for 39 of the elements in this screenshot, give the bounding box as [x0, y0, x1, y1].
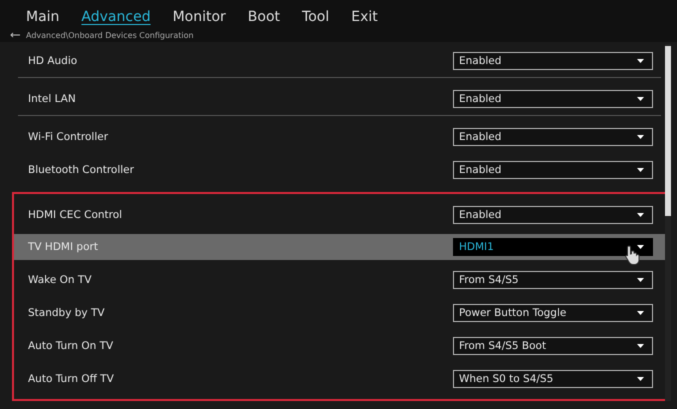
caret-icon [637, 134, 644, 138]
dropdown[interactable]: Enabled [453, 128, 653, 146]
setting-label: TV HDMI port [28, 241, 98, 253]
caret-icon [637, 58, 644, 62]
caret-icon [637, 278, 644, 282]
dropdown[interactable]: From S4/S5 [453, 270, 653, 288]
dropdown[interactable]: Enabled [453, 160, 653, 178]
caret-icon [637, 96, 644, 100]
dropdown[interactable]: When S0 to S4/S5 [453, 370, 653, 388]
menu-tab[interactable]: Advanced [71, 6, 161, 28]
setting-label: Bluetooth Controller [28, 164, 134, 176]
caret-icon [637, 212, 644, 216]
caret-icon [637, 344, 644, 348]
setting-label: Wi-Fi Controller [28, 130, 108, 142]
menu-tab[interactable]: Exit [341, 6, 388, 28]
caret-icon [637, 245, 644, 249]
hand-cursor-icon [624, 245, 642, 265]
setting-label: Auto Turn Off TV [28, 372, 114, 384]
dropdown[interactable]: Enabled [453, 206, 653, 224]
dropdown[interactable]: From S4/S5 Boot [453, 336, 653, 354]
dropdown[interactable]: Enabled [453, 52, 653, 70]
setting-label: Standby by TV [28, 306, 105, 318]
dropdown[interactable]: Enabled [453, 90, 653, 108]
setting-label: Auto Turn On TV [28, 340, 114, 352]
dropdown[interactable]: Power Button Toggle [453, 304, 653, 322]
setting-label: HDMI CEC Control [28, 208, 122, 220]
menu-tab[interactable]: Tool [292, 6, 340, 28]
breadcrumb: Advanced\Onboard Devices Configuration [26, 30, 194, 40]
menu-tab[interactable]: Monitor [162, 6, 236, 28]
back-arrow-icon[interactable] [10, 32, 20, 38]
caret-icon [637, 310, 644, 314]
caret-icon [637, 168, 644, 172]
menu-tab[interactable]: Main [16, 6, 70, 28]
setting-label: HD Audio [28, 54, 78, 66]
scrollbar[interactable] [665, 44, 671, 401]
setting-label: Intel LAN [28, 92, 76, 104]
caret-icon [637, 376, 644, 380]
setting-label: Wake On TV [28, 274, 92, 286]
menu-tab[interactable]: Boot [238, 6, 290, 28]
